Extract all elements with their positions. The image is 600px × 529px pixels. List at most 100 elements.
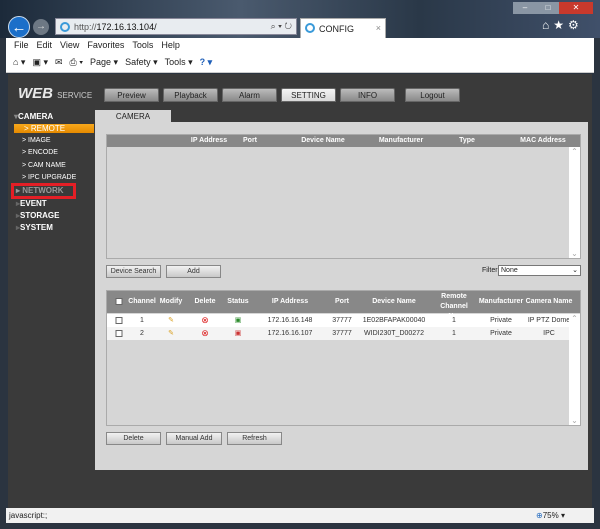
search-refresh-icons[interactable]: ⌕ ▾ ↻ (271, 21, 292, 32)
sidebar-label: EVENT (20, 199, 47, 208)
table-row[interactable]: 1 ✎ ⊗ ▣ 172.16.16.148 37777 1E02BFAPAK00… (107, 314, 571, 327)
cell-ip: 172.16.16.107 (267, 330, 313, 337)
cell-manufacturer: Private (490, 330, 512, 337)
cell-camera-name: IPC (543, 330, 555, 337)
scrollbar[interactable]: ⌃ ⌄ (569, 314, 580, 425)
cell-channel: 1 (140, 317, 144, 324)
ie-icon (60, 22, 70, 32)
status-offline-icon: ▣ (234, 330, 242, 337)
sidebar-item-image[interactable]: > IMAGE (22, 137, 51, 144)
browser-tab-config[interactable]: CONFIG × (300, 18, 386, 38)
col-device-name: Device Name (301, 137, 345, 144)
home-icon[interactable]: ⌂ ▾ (13, 53, 25, 72)
delete-button[interactable]: Delete (106, 432, 161, 445)
sidebar-item-remote[interactable]: > REMOTE (14, 124, 94, 133)
table-header: IP Address Port Device Name Manufacturer… (107, 135, 580, 147)
chevron-down-icon: ⌄ (572, 267, 578, 274)
col-status: Status (227, 298, 249, 305)
pencil-icon[interactable]: ✎ (168, 314, 174, 327)
menu-tools[interactable]: Tools (132, 38, 153, 53)
status-bar: javascript:; ⊕75% ▾ (6, 508, 594, 523)
cell-port: 37777 (332, 330, 352, 337)
cell-device-name: 1E02BFAPAK00040 (362, 317, 426, 324)
sidebar-label: CAMERA (18, 112, 54, 121)
cell-remote-channel: 1 (452, 317, 456, 324)
cell-ip: 172.16.16.148 (267, 317, 313, 324)
print-icon[interactable]: ⎙ ▾ (70, 53, 83, 72)
search-results-table: IP Address Port Device Name Manufacturer… (106, 134, 581, 259)
tab-title: CONFIG (319, 24, 354, 34)
sidebar-system[interactable]: ▸SYSTEM (16, 223, 53, 232)
sidebar-event[interactable]: ▸EVENT (16, 199, 47, 208)
filter-label: Filter (482, 267, 498, 274)
sidebar-storage[interactable]: ▸STORAGE (16, 211, 59, 220)
close-window-button[interactable]: ✕ (559, 2, 593, 14)
mail-icon[interactable]: ✉ (55, 53, 63, 72)
sidebar-label: SYSTEM (20, 223, 53, 232)
minimize-button[interactable]: – (513, 2, 537, 14)
delete-icon[interactable]: ⊗ (201, 314, 209, 327)
forward-button[interactable]: → (33, 19, 49, 35)
tab-info[interactable]: INFO (340, 88, 395, 102)
manual-add-button[interactable]: Manual Add (166, 432, 222, 445)
col-device-name: Device Name (372, 298, 416, 305)
back-button[interactable]: ← (8, 16, 30, 38)
select-all-checkbox[interactable] (115, 298, 123, 305)
tab-preview[interactable]: Preview (104, 88, 159, 102)
menu-help[interactable]: Help (161, 38, 180, 53)
address-bar[interactable]: http://172.16.13.104/ ⌕ ▾ ↻ (55, 18, 297, 35)
menu-edit[interactable]: Edit (37, 38, 53, 53)
menu-bar: File Edit View Favorites Tools Help (6, 38, 594, 53)
tab-close-icon[interactable]: × (376, 23, 381, 33)
sidebar-item-ipc-upgrade[interactable]: > IPC UPGRADE (22, 174, 76, 181)
col-ip: IP Address (271, 298, 309, 305)
tools-menu[interactable]: Tools ▾ (165, 53, 193, 72)
menu-favorites[interactable]: Favorites (87, 38, 124, 53)
menu-view[interactable]: View (60, 38, 79, 53)
sidebar-camera[interactable]: ▾CAMERA (14, 112, 53, 121)
tab-alarm[interactable]: Alarm (222, 88, 277, 102)
logo-main: WEB (18, 85, 53, 102)
device-search-button[interactable]: Device Search (106, 265, 161, 278)
tab-playback[interactable]: Playback (163, 88, 218, 102)
menu-file[interactable]: File (14, 38, 29, 53)
filter-value: None (501, 267, 518, 274)
col-channel: Channel (128, 298, 156, 305)
col-camera-name: Camera Name (525, 298, 573, 305)
safety-menu[interactable]: Safety ▾ (125, 53, 158, 72)
logo-sub: SERVICE (57, 91, 93, 100)
tab-setting[interactable]: SETTING (281, 88, 336, 102)
logo: WEB SERVICE (18, 85, 92, 102)
highlight-box (11, 183, 76, 199)
sidebar-item-cam-name[interactable]: > CAM NAME (22, 162, 66, 169)
scrollbar[interactable]: ⌃ ⌄ (569, 147, 580, 258)
url-text: http://172.16.13.104/ (74, 22, 157, 32)
page-menu[interactable]: Page ▾ (90, 53, 118, 72)
home-favorites-settings-icons[interactable]: ⌂★⚙ (542, 18, 583, 32)
panel-tab-camera[interactable]: CAMERA (95, 110, 171, 123)
table-header: Channel Modify Delete Status IP Address … (107, 291, 580, 320)
url-prefix: http:// (74, 22, 97, 32)
cell-device-name: WIDI230T_D00272 (364, 330, 424, 337)
add-button[interactable]: Add (166, 265, 221, 278)
col-type: Type (459, 137, 475, 144)
pencil-icon[interactable]: ✎ (168, 327, 174, 340)
zoom-icon: ⊕ (536, 511, 543, 520)
sidebar-label: STORAGE (20, 211, 60, 220)
status-text: javascript:; (9, 511, 48, 520)
sidebar-item-encode[interactable]: > ENCODE (22, 149, 58, 156)
help-icon[interactable]: ? ▾ (200, 53, 213, 72)
col-port: Port (243, 137, 257, 144)
row-checkbox[interactable] (115, 330, 123, 337)
maximize-button[interactable]: □ (537, 2, 559, 14)
col-manufacturer: Manufacturer (378, 137, 424, 144)
table-row[interactable]: 2 ✎ ⊗ ▣ 172.16.16.107 37777 WIDI230T_D00… (107, 327, 569, 340)
feeds-icon[interactable]: ▣ ▾ (32, 53, 48, 72)
filter-select[interactable]: None ⌄ (498, 265, 581, 276)
zoom-control[interactable]: ⊕75% ▾ (536, 511, 565, 520)
delete-icon[interactable]: ⊗ (201, 327, 209, 340)
refresh-button[interactable]: Refresh (227, 432, 282, 445)
cell-camera-name: IP PTZ Dome (527, 317, 571, 324)
row-checkbox[interactable] (115, 317, 123, 324)
tab-logout[interactable]: Logout (405, 88, 460, 102)
